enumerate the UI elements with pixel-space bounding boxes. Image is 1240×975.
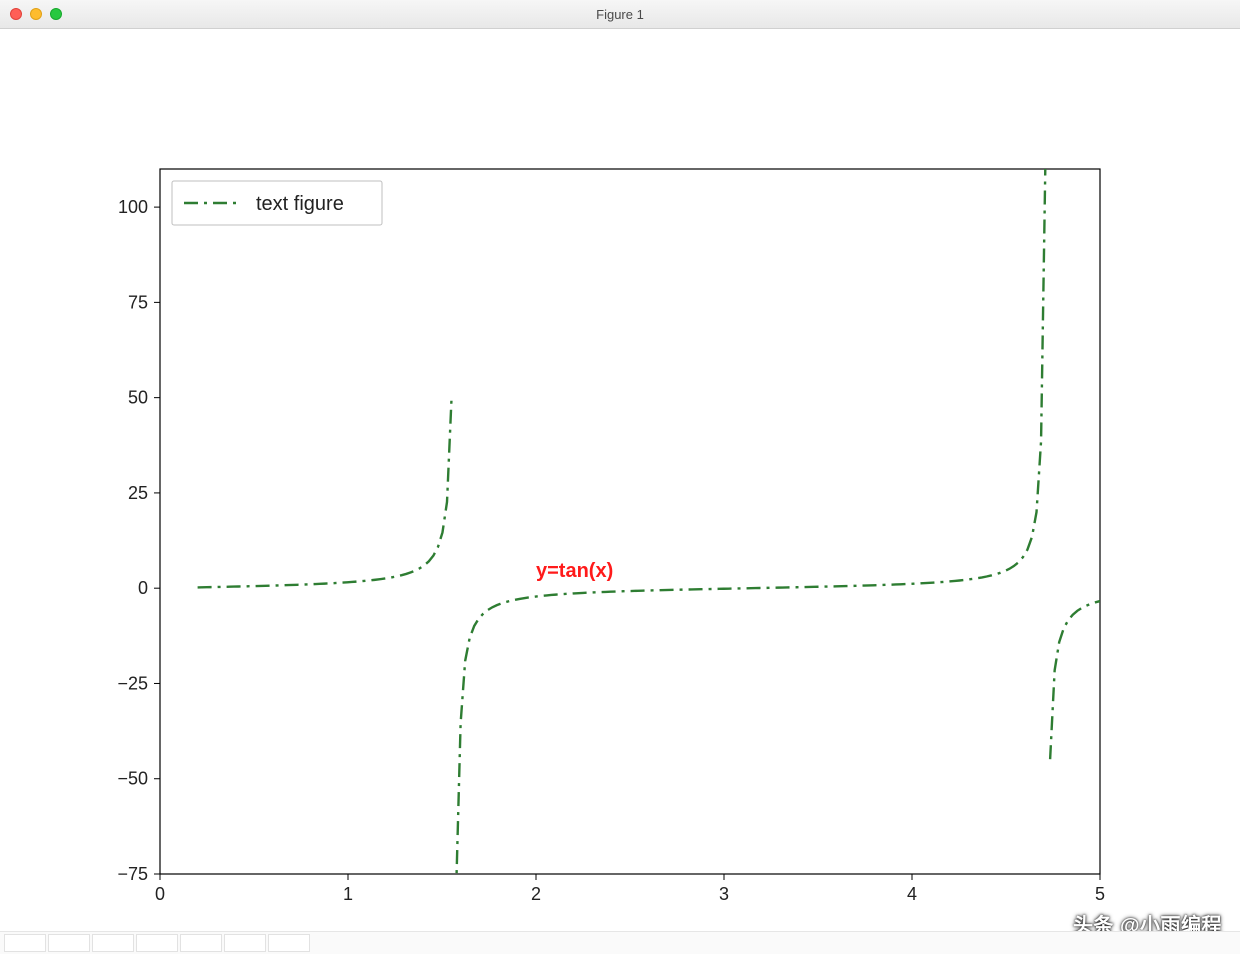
- zoom-button[interactable]: [50, 8, 62, 20]
- toolbar-pan-button[interactable]: [136, 934, 178, 952]
- legend: text figure: [172, 181, 382, 225]
- y-tick-label: −50: [117, 769, 148, 789]
- y-tick-label: 50: [128, 388, 148, 408]
- y-tick-label: 75: [128, 292, 148, 312]
- window-titlebar: Figure 1: [0, 0, 1240, 29]
- traffic-lights: [10, 8, 62, 20]
- y-tick-label: 25: [128, 483, 148, 503]
- toolbar-home-button[interactable]: [4, 934, 46, 952]
- y-tick-label: 100: [118, 197, 148, 217]
- x-tick-label: 3: [719, 884, 729, 904]
- toolbar-zoom-button[interactable]: [180, 934, 222, 952]
- x-tick-label: 5: [1095, 884, 1105, 904]
- y-tick-label: −75: [117, 864, 148, 884]
- axes-frame: [160, 169, 1100, 874]
- toolbar-forward-button[interactable]: [92, 934, 134, 952]
- chart-svg: 0 1 2 3 4 5 −75 −50 −25 0 25 50 75 100 y=tan(x) text fi…: [0, 29, 1240, 954]
- x-tick-label: 4: [907, 884, 917, 904]
- matplotlib-toolbar: [0, 931, 1240, 954]
- chart-annotation: y=tan(x): [536, 560, 613, 582]
- close-button[interactable]: [10, 8, 22, 20]
- x-tick-label: 1: [343, 884, 353, 904]
- toolbar-config-button[interactable]: [224, 934, 266, 952]
- toolbar-save-button[interactable]: [268, 934, 310, 952]
- window-title: Figure 1: [0, 7, 1240, 22]
- y-tick-label: 0: [138, 578, 148, 598]
- series-line-tan: [198, 150, 1100, 893]
- x-tick-label: 2: [531, 884, 541, 904]
- minimize-button[interactable]: [30, 8, 42, 20]
- figure-canvas: 0 1 2 3 4 5 −75 −50 −25 0 25 50 75 100 y=tan(x) text fi…: [0, 29, 1240, 954]
- x-tick-label: 0: [155, 884, 165, 904]
- legend-label: text figure: [256, 193, 344, 215]
- y-tick-label: −25: [117, 673, 148, 693]
- toolbar-back-button[interactable]: [48, 934, 90, 952]
